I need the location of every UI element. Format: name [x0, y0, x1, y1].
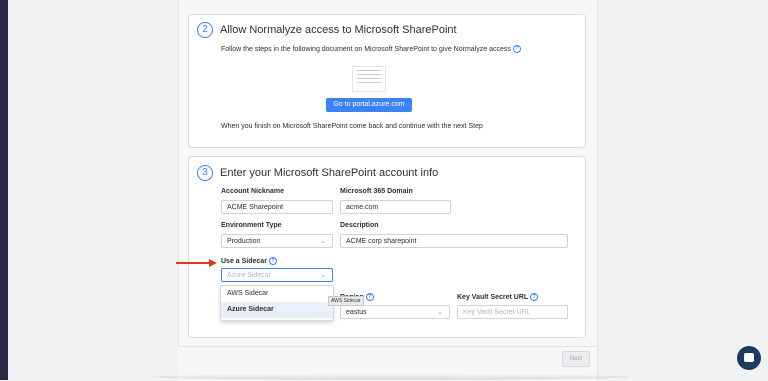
- key-vault-label-row: Key Vault Secret URL?: [457, 293, 539, 301]
- arrow-annotation-head: [209, 259, 217, 267]
- step3-number: 3: [197, 165, 213, 181]
- step2-number: 2: [197, 22, 213, 38]
- account-nickname-field[interactable]: ACME Sharepoint: [221, 200, 333, 214]
- tooltip: AWS Sidecar: [328, 296, 364, 306]
- key-vault-field[interactable]: Key Vault Secret URL: [457, 305, 568, 319]
- region-select[interactable]: eastus ⌄: [340, 305, 450, 319]
- step2-instructions: Follow the steps in the following docume…: [221, 45, 521, 53]
- chat-icon[interactable]: [737, 346, 761, 370]
- sidecar-label: Use a Sidecar: [221, 257, 267, 265]
- finish-note: When you finish on Microsoft SharePoint …: [221, 123, 483, 130]
- environment-type-label: Environment Type: [221, 222, 282, 229]
- info-icon[interactable]: ?: [365, 293, 374, 301]
- bottom-shadow: [150, 374, 630, 380]
- sidecar-option-aws[interactable]: AWS Sidecar: [221, 286, 333, 302]
- region-value: eastus: [346, 309, 367, 316]
- info-icon[interactable]: ?: [530, 293, 539, 301]
- description-label: Description: [340, 222, 379, 229]
- description-field[interactable]: ACME corp sharepoint: [340, 234, 568, 248]
- info-icon[interactable]: ?: [268, 257, 277, 265]
- document-thumbnail[interactable]: [352, 66, 386, 92]
- step3-title: Enter your Microsoft SharePoint account …: [220, 167, 439, 179]
- chevron-down-icon: ⌄: [320, 272, 326, 279]
- next-button[interactable]: Next: [562, 351, 590, 367]
- sidecar-dropdown: AWS Sidecar Azure Sidecar: [220, 285, 334, 321]
- environment-type-value: Production: [227, 238, 261, 245]
- key-vault-label: Key Vault Secret URL: [457, 293, 529, 301]
- chevron-down-icon: ⌄: [320, 238, 326, 245]
- portal-button[interactable]: Go to portal.azure.com: [326, 98, 412, 112]
- sidecar-placeholder: Azure Sidecar: [227, 272, 271, 279]
- arrow-annotation: [176, 262, 210, 264]
- step2-title: Allow Normalyze access to Microsoft Shar…: [220, 24, 457, 36]
- sidecar-label-row: Use a Sidecar?: [221, 257, 277, 265]
- account-nickname-label: Account Nickname: [221, 188, 285, 195]
- sidecar-option-azure[interactable]: Azure Sidecar: [221, 302, 333, 318]
- sidecar-select[interactable]: Azure Sidecar ⌄: [221, 268, 333, 282]
- chevron-down-icon: ⌄: [437, 309, 443, 316]
- step2-instructions-text: Follow the steps in the following docume…: [221, 45, 511, 53]
- info-icon[interactable]: ?: [512, 45, 521, 53]
- domain-field[interactable]: acme.com: [340, 200, 451, 214]
- domain-label: Microsoft 365 Domain: [340, 188, 413, 195]
- left-rail: [0, 0, 8, 380]
- environment-type-select[interactable]: Production ⌄: [221, 234, 333, 248]
